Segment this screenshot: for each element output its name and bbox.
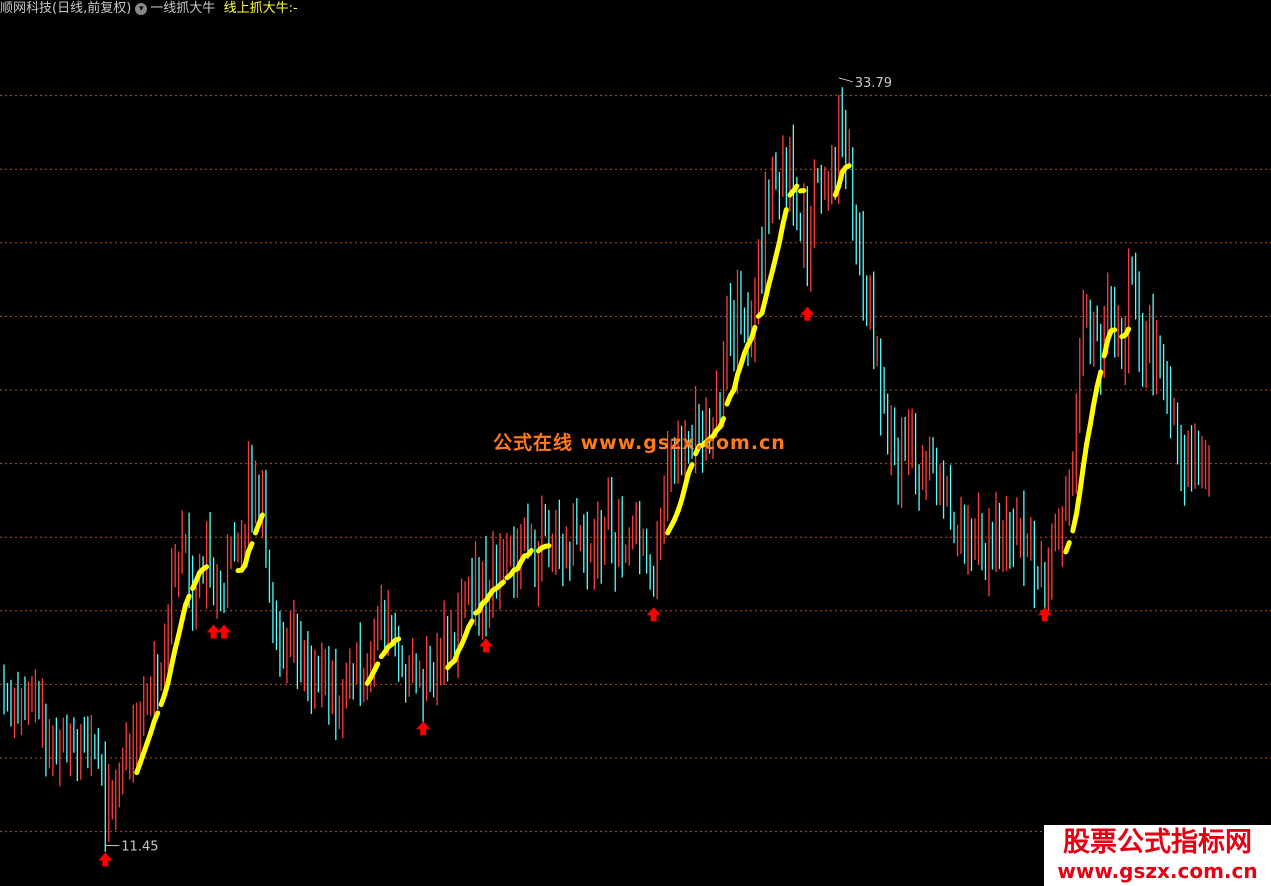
trend-line-segment [1084,422,1093,446]
trend-line-segment [1122,326,1132,338]
trend-line-segment [686,462,695,476]
trend-line-segment [1077,464,1086,496]
trend-line-segment [245,541,255,555]
buy-signal-arrow [98,852,113,867]
buy-signal-arrow [1037,607,1052,622]
buy-signal-arrow [800,306,815,321]
trend-line-segment [843,163,852,170]
min-price-label: 11.45 [121,840,158,855]
trend-line-segment [1087,401,1097,428]
logo-line2: www.gszx.com.cn [1057,859,1258,883]
trend-line-segment [466,618,475,630]
max-price-label: 33.79 [855,76,892,91]
trend-line-segment [717,416,727,430]
trend-line-segment [780,207,789,227]
trend-line-segment [525,548,534,558]
trend-line-segment [1108,327,1118,334]
trend-line-segment [371,661,381,674]
trend-line-segment [497,579,506,588]
trend-line-segment [748,324,758,341]
trend-line-segment [1080,440,1090,470]
trend-line-segment [392,636,402,643]
buy-signal-arrow [646,607,661,622]
trend-line-segment [1073,490,1083,518]
logo-line1: 股票公式指标网 [1063,827,1252,858]
trend-line-segment [776,221,786,245]
trend-line-segment [1091,383,1100,407]
trend-line-segment [165,662,175,685]
trend-line-segment [200,564,210,572]
trend-line-segment [151,710,161,725]
trend-line-segment [790,183,800,194]
watermark-text: 公式在线 www.gszx.com.cn [493,432,786,454]
trend-line-segment [183,593,192,608]
max-label-pointer [838,77,853,83]
trend-line-segment [1094,369,1104,389]
trend-line-segment [1063,540,1072,555]
buy-signal-arrow [416,721,431,736]
trend-line-segment [542,543,552,549]
trend-line-segment [256,512,265,527]
buy-signal-arrow [479,638,493,653]
site-logo: 股票公式指标网 www.gszx.com.cn [1044,825,1271,886]
buy-signal-arrow [217,624,232,639]
